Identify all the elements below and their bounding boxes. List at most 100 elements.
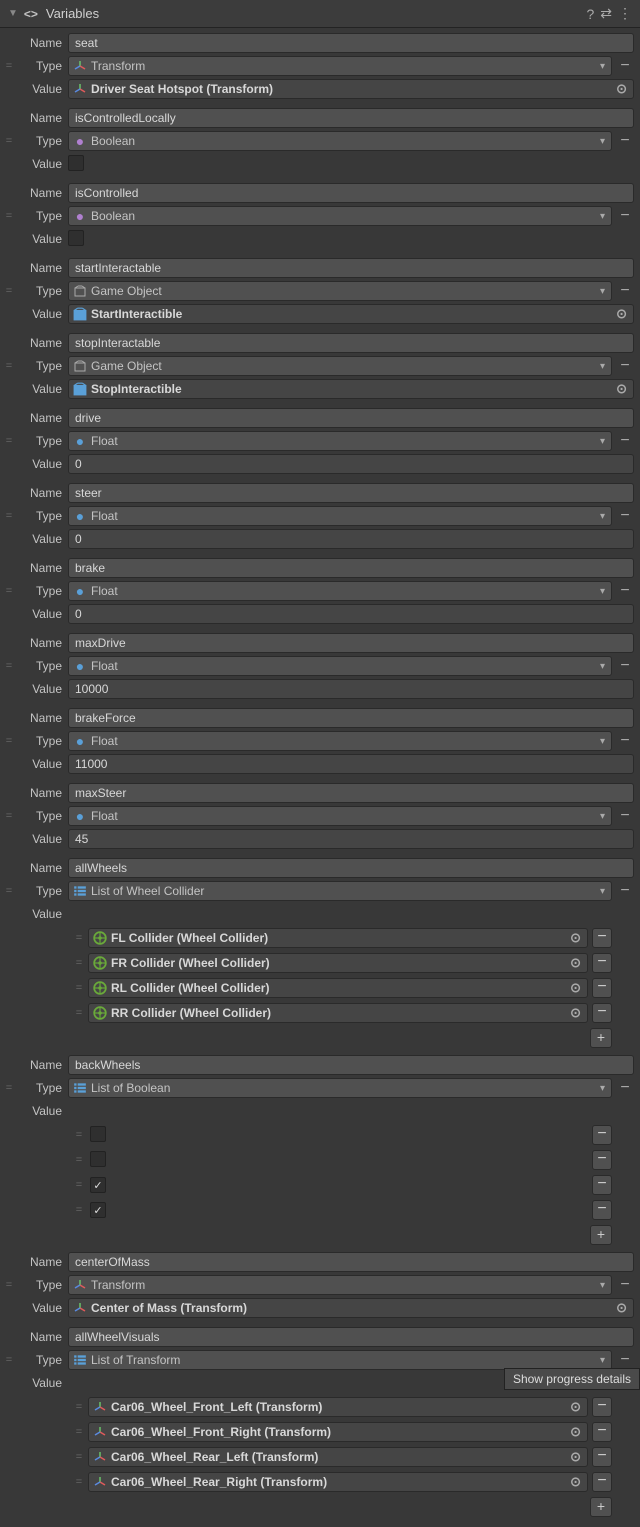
drag-handle[interactable]: = xyxy=(72,1401,86,1413)
type-dropdown[interactable]: ●Float xyxy=(68,506,612,526)
remove-button[interactable]: − xyxy=(616,284,634,298)
drag-handle[interactable]: = xyxy=(72,1129,86,1141)
remove-button[interactable]: − xyxy=(616,509,634,523)
type-dropdown[interactable]: ●Boolean xyxy=(68,206,612,226)
list-item-object[interactable]: FR Collider (Wheel Collider) xyxy=(88,953,588,973)
name-field[interactable]: drive xyxy=(68,408,634,428)
list-item-object[interactable]: FL Collider (Wheel Collider) xyxy=(88,928,588,948)
add-item-button[interactable]: + xyxy=(590,1028,612,1048)
drag-handle[interactable]: = xyxy=(72,932,86,944)
drag-handle[interactable]: = xyxy=(72,1007,86,1019)
value-field[interactable]: 0 xyxy=(68,454,634,474)
list-checkbox[interactable] xyxy=(90,1151,106,1167)
remove-item-button[interactable]: − xyxy=(592,1125,612,1145)
progress-tooltip[interactable]: Show progress details xyxy=(504,1368,640,1390)
name-field[interactable]: startInteractable xyxy=(68,258,634,278)
list-item-object[interactable]: Car06_Wheel_Rear_Right (Transform) xyxy=(88,1472,588,1492)
checkbox[interactable] xyxy=(68,155,84,171)
remove-item-button[interactable]: − xyxy=(592,1003,612,1023)
drag-handle[interactable]: = xyxy=(72,1204,86,1216)
drag-handle[interactable]: = xyxy=(72,1451,86,1463)
drag-handle[interactable]: = xyxy=(2,1354,16,1366)
drag-handle[interactable]: = xyxy=(2,210,16,222)
kebab-menu-icon[interactable]: ⋮ xyxy=(618,5,632,22)
value-field[interactable]: 10000 xyxy=(68,679,634,699)
drag-handle[interactable]: = xyxy=(72,982,86,994)
drag-handle[interactable]: = xyxy=(2,285,16,297)
object-field[interactable]: StopInteractible xyxy=(68,379,634,399)
remove-button[interactable]: − xyxy=(616,434,634,448)
remove-button[interactable]: − xyxy=(616,884,634,898)
component-header[interactable]: ▼ <> Variables ? ⇄ ⋮ xyxy=(0,0,640,28)
name-field[interactable]: seat xyxy=(68,33,634,53)
name-field[interactable]: allWheels xyxy=(68,858,634,878)
list-checkbox[interactable] xyxy=(90,1126,106,1142)
remove-item-button[interactable]: − xyxy=(592,1200,612,1220)
checkbox[interactable] xyxy=(68,230,84,246)
remove-button[interactable]: − xyxy=(616,359,634,373)
remove-item-button[interactable]: − xyxy=(592,953,612,973)
remove-button[interactable]: − xyxy=(616,134,634,148)
drag-handle[interactable]: = xyxy=(2,585,16,597)
remove-item-button[interactable]: − xyxy=(592,1397,612,1417)
drag-handle[interactable]: = xyxy=(2,435,16,447)
remove-button[interactable]: − xyxy=(616,1081,634,1095)
value-field[interactable]: 0 xyxy=(68,529,634,549)
drag-handle[interactable]: = xyxy=(72,1154,86,1166)
value-field[interactable]: 11000 xyxy=(68,754,634,774)
collapse-icon[interactable]: ▼ xyxy=(8,8,18,19)
list-item-object[interactable]: Car06_Wheel_Front_Right (Transform) xyxy=(88,1422,588,1442)
name-field[interactable]: brakeForce xyxy=(68,708,634,728)
type-dropdown[interactable]: List of Transform xyxy=(68,1350,612,1370)
type-dropdown[interactable]: ●Float xyxy=(68,431,612,451)
remove-item-button[interactable]: − xyxy=(592,1447,612,1467)
list-checkbox[interactable]: ✓ xyxy=(90,1202,106,1218)
object-field[interactable]: StartInteractible xyxy=(68,304,634,324)
name-field[interactable]: allWheelVisuals xyxy=(68,1327,634,1347)
name-field[interactable]: steer xyxy=(68,483,634,503)
name-field[interactable]: maxSteer xyxy=(68,783,634,803)
drag-handle[interactable]: = xyxy=(2,660,16,672)
remove-button[interactable]: − xyxy=(616,584,634,598)
remove-item-button[interactable]: − xyxy=(592,1175,612,1195)
type-dropdown[interactable]: ●Boolean xyxy=(68,131,612,151)
remove-item-button[interactable]: − xyxy=(592,928,612,948)
drag-handle[interactable]: = xyxy=(2,885,16,897)
type-dropdown[interactable]: ●Float xyxy=(68,656,612,676)
drag-handle[interactable]: = xyxy=(72,1426,86,1438)
type-dropdown[interactable]: ●Float xyxy=(68,581,612,601)
add-item-button[interactable]: + xyxy=(590,1497,612,1517)
list-item-object[interactable]: Car06_Wheel_Rear_Left (Transform) xyxy=(88,1447,588,1467)
value-field[interactable]: 45 xyxy=(68,829,634,849)
list-item-object[interactable]: RR Collider (Wheel Collider) xyxy=(88,1003,588,1023)
remove-button[interactable]: − xyxy=(616,59,634,73)
remove-button[interactable]: − xyxy=(616,809,634,823)
drag-handle[interactable]: = xyxy=(72,1476,86,1488)
remove-button[interactable]: − xyxy=(616,209,634,223)
type-dropdown[interactable]: Game Object xyxy=(68,356,612,376)
remove-item-button[interactable]: − xyxy=(592,1422,612,1442)
type-dropdown[interactable]: List of Wheel Collider xyxy=(68,881,612,901)
value-field[interactable]: 0 xyxy=(68,604,634,624)
type-dropdown[interactable]: ●Float xyxy=(68,731,612,751)
drag-handle[interactable]: = xyxy=(2,735,16,747)
remove-item-button[interactable]: − xyxy=(592,1472,612,1492)
object-field[interactable]: Driver Seat Hotspot (Transform) xyxy=(68,79,634,99)
name-field[interactable]: isControlledLocally xyxy=(68,108,634,128)
object-field[interactable]: Center of Mass (Transform) xyxy=(68,1298,634,1318)
list-checkbox[interactable]: ✓ xyxy=(90,1177,106,1193)
list-item-object[interactable]: RL Collider (Wheel Collider) xyxy=(88,978,588,998)
name-field[interactable]: isControlled xyxy=(68,183,634,203)
type-dropdown[interactable]: ●Float xyxy=(68,806,612,826)
drag-handle[interactable]: = xyxy=(2,60,16,72)
name-field[interactable]: brake xyxy=(68,558,634,578)
drag-handle[interactable]: = xyxy=(2,1279,16,1291)
remove-button[interactable]: − xyxy=(616,1278,634,1292)
remove-item-button[interactable]: − xyxy=(592,1150,612,1170)
drag-handle[interactable]: = xyxy=(72,957,86,969)
list-item-object[interactable]: Car06_Wheel_Front_Left (Transform) xyxy=(88,1397,588,1417)
remove-button[interactable]: − xyxy=(616,1353,634,1367)
help-icon[interactable]: ? xyxy=(586,6,594,22)
drag-handle[interactable]: = xyxy=(2,360,16,372)
drag-handle[interactable]: = xyxy=(2,810,16,822)
